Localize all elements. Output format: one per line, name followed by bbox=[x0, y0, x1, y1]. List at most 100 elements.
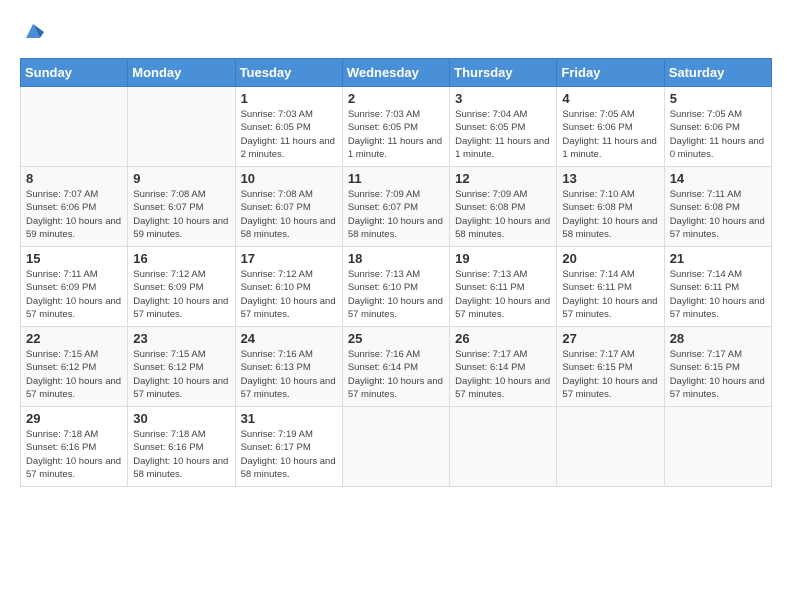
week-row-3: 15 Sunrise: 7:11 AMSunset: 6:09 PMDayligh… bbox=[21, 247, 772, 327]
day-info: Sunrise: 7:07 AMSunset: 6:06 PMDaylight:… bbox=[26, 188, 122, 241]
day-info: Sunrise: 7:12 AMSunset: 6:09 PMDaylight:… bbox=[133, 268, 229, 321]
calendar-cell: 18 Sunrise: 7:13 AMSunset: 6:10 PMDayligh… bbox=[342, 247, 449, 327]
day-info: Sunrise: 7:09 AMSunset: 6:08 PMDaylight:… bbox=[455, 188, 551, 241]
calendar-cell: 13 Sunrise: 7:10 AMSunset: 6:08 PMDayligh… bbox=[557, 167, 664, 247]
day-number: 13 bbox=[562, 171, 658, 186]
logo bbox=[20, 20, 44, 42]
header-cell-monday: Monday bbox=[128, 59, 235, 87]
day-number: 25 bbox=[348, 331, 444, 346]
calendar-cell: 21 Sunrise: 7:14 AMSunset: 6:11 PMDayligh… bbox=[664, 247, 771, 327]
calendar-cell: 24 Sunrise: 7:16 AMSunset: 6:13 PMDayligh… bbox=[235, 327, 342, 407]
calendar-cell: 12 Sunrise: 7:09 AMSunset: 6:08 PMDayligh… bbox=[450, 167, 557, 247]
day-number: 10 bbox=[241, 171, 337, 186]
calendar-table: SundayMondayTuesdayWednesdayThursdayFrid… bbox=[20, 58, 772, 487]
calendar-cell: 22 Sunrise: 7:15 AMSunset: 6:12 PMDayligh… bbox=[21, 327, 128, 407]
calendar-cell: 31 Sunrise: 7:19 AMSunset: 6:17 PMDayligh… bbox=[235, 407, 342, 487]
calendar-cell: 10 Sunrise: 7:08 AMSunset: 6:07 PMDayligh… bbox=[235, 167, 342, 247]
day-number: 1 bbox=[241, 91, 337, 106]
day-number: 21 bbox=[670, 251, 766, 266]
day-info: Sunrise: 7:08 AMSunset: 6:07 PMDaylight:… bbox=[241, 188, 337, 241]
calendar-cell: 2 Sunrise: 7:03 AMSunset: 6:05 PMDaylight… bbox=[342, 87, 449, 167]
day-number: 26 bbox=[455, 331, 551, 346]
day-number: 30 bbox=[133, 411, 229, 426]
day-number: 15 bbox=[26, 251, 122, 266]
day-info: Sunrise: 7:08 AMSunset: 6:07 PMDaylight:… bbox=[133, 188, 229, 241]
calendar-cell: 5 Sunrise: 7:05 AMSunset: 6:06 PMDaylight… bbox=[664, 87, 771, 167]
calendar-cell bbox=[342, 407, 449, 487]
day-info: Sunrise: 7:13 AMSunset: 6:11 PMDaylight:… bbox=[455, 268, 551, 321]
day-info: Sunrise: 7:19 AMSunset: 6:17 PMDaylight:… bbox=[241, 428, 337, 481]
day-number: 2 bbox=[348, 91, 444, 106]
day-info: Sunrise: 7:03 AMSunset: 6:05 PMDaylight:… bbox=[241, 108, 337, 161]
logo-icon bbox=[22, 20, 44, 42]
calendar-cell: 4Sunrise: 7:05 AMSunset: 6:06 PMDaylight… bbox=[557, 87, 664, 167]
calendar-cell bbox=[128, 87, 235, 167]
day-number: 29 bbox=[26, 411, 122, 426]
day-info: Sunrise: 7:14 AMSunset: 6:11 PMDaylight:… bbox=[562, 268, 658, 321]
day-number: 14 bbox=[670, 171, 766, 186]
header-cell-sunday: Sunday bbox=[21, 59, 128, 87]
day-number: 20 bbox=[562, 251, 658, 266]
calendar-cell: 9Sunrise: 7:08 AMSunset: 6:07 PMDaylight… bbox=[128, 167, 235, 247]
day-number: 3 bbox=[455, 91, 551, 106]
header bbox=[20, 20, 772, 42]
day-info: Sunrise: 7:17 AMSunset: 6:14 PMDaylight:… bbox=[455, 348, 551, 401]
day-number: 5 bbox=[670, 91, 766, 106]
day-number: 19 bbox=[455, 251, 551, 266]
header-cell-wednesday: Wednesday bbox=[342, 59, 449, 87]
calendar-cell bbox=[557, 407, 664, 487]
day-info: Sunrise: 7:03 AMSunset: 6:05 PMDaylight:… bbox=[348, 108, 444, 161]
week-row-5: 29 Sunrise: 7:18 AMSunset: 6:16 PMDayligh… bbox=[21, 407, 772, 487]
header-cell-tuesday: Tuesday bbox=[235, 59, 342, 87]
day-number: 12 bbox=[455, 171, 551, 186]
calendar-cell: 19 Sunrise: 7:13 AMSunset: 6:11 PMDayligh… bbox=[450, 247, 557, 327]
day-info: Sunrise: 7:05 AMSunset: 6:06 PMDaylight:… bbox=[670, 108, 766, 161]
calendar-cell: 14 Sunrise: 7:11 AMSunset: 6:08 PMDayligh… bbox=[664, 167, 771, 247]
day-number: 27 bbox=[562, 331, 658, 346]
week-row-4: 22 Sunrise: 7:15 AMSunset: 6:12 PMDayligh… bbox=[21, 327, 772, 407]
calendar-cell: 29 Sunrise: 7:18 AMSunset: 6:16 PMDayligh… bbox=[21, 407, 128, 487]
calendar-cell: 15 Sunrise: 7:11 AMSunset: 6:09 PMDayligh… bbox=[21, 247, 128, 327]
day-number: 23 bbox=[133, 331, 229, 346]
day-info: Sunrise: 7:15 AMSunset: 6:12 PMDaylight:… bbox=[26, 348, 122, 401]
day-number: 16 bbox=[133, 251, 229, 266]
day-info: Sunrise: 7:15 AMSunset: 6:12 PMDaylight:… bbox=[133, 348, 229, 401]
calendar-cell: 27 Sunrise: 7:17 AMSunset: 6:15 PMDayligh… bbox=[557, 327, 664, 407]
calendar-cell: 3 Sunrise: 7:04 AMSunset: 6:05 PMDaylight… bbox=[450, 87, 557, 167]
calendar-cell: 1 Sunrise: 7:03 AMSunset: 6:05 PMDaylight… bbox=[235, 87, 342, 167]
day-info: Sunrise: 7:14 AMSunset: 6:11 PMDaylight:… bbox=[670, 268, 766, 321]
header-row: SundayMondayTuesdayWednesdayThursdayFrid… bbox=[21, 59, 772, 87]
calendar-cell: 20 Sunrise: 7:14 AMSunset: 6:11 PMDayligh… bbox=[557, 247, 664, 327]
day-number: 18 bbox=[348, 251, 444, 266]
day-number: 31 bbox=[241, 411, 337, 426]
calendar-cell bbox=[21, 87, 128, 167]
day-info: Sunrise: 7:04 AMSunset: 6:05 PMDaylight:… bbox=[455, 108, 551, 161]
day-number: 28 bbox=[670, 331, 766, 346]
day-info: Sunrise: 7:13 AMSunset: 6:10 PMDaylight:… bbox=[348, 268, 444, 321]
day-info: Sunrise: 7:18 AMSunset: 6:16 PMDaylight:… bbox=[26, 428, 122, 481]
calendar-cell: 30 Sunrise: 7:18 AMSunset: 6:16 PMDayligh… bbox=[128, 407, 235, 487]
calendar-cell: 8 Sunrise: 7:07 AMSunset: 6:06 PMDaylight… bbox=[21, 167, 128, 247]
day-info: Sunrise: 7:16 AMSunset: 6:14 PMDaylight:… bbox=[348, 348, 444, 401]
day-info: Sunrise: 7:16 AMSunset: 6:13 PMDaylight:… bbox=[241, 348, 337, 401]
header-cell-thursday: Thursday bbox=[450, 59, 557, 87]
day-number: 8 bbox=[26, 171, 122, 186]
day-info: Sunrise: 7:18 AMSunset: 6:16 PMDaylight:… bbox=[133, 428, 229, 481]
day-info: Sunrise: 7:17 AMSunset: 6:15 PMDaylight:… bbox=[670, 348, 766, 401]
day-info: Sunrise: 7:05 AMSunset: 6:06 PMDaylight:… bbox=[562, 108, 658, 161]
calendar-cell: 16 Sunrise: 7:12 AMSunset: 6:09 PMDayligh… bbox=[128, 247, 235, 327]
calendar-cell bbox=[664, 407, 771, 487]
day-number: 24 bbox=[241, 331, 337, 346]
week-row-2: 8 Sunrise: 7:07 AMSunset: 6:06 PMDaylight… bbox=[21, 167, 772, 247]
calendar-cell: 17Sunrise: 7:12 AMSunset: 6:10 PMDayligh… bbox=[235, 247, 342, 327]
header-cell-friday: Friday bbox=[557, 59, 664, 87]
calendar-cell: 28 Sunrise: 7:17 AMSunset: 6:15 PMDayligh… bbox=[664, 327, 771, 407]
day-number: 22 bbox=[26, 331, 122, 346]
day-info: Sunrise: 7:11 AMSunset: 6:08 PMDaylight:… bbox=[670, 188, 766, 241]
day-info: Sunrise: 7:10 AMSunset: 6:08 PMDaylight:… bbox=[562, 188, 658, 241]
calendar-cell: 25 Sunrise: 7:16 AMSunset: 6:14 PMDayligh… bbox=[342, 327, 449, 407]
calendar-cell: 26 Sunrise: 7:17 AMSunset: 6:14 PMDayligh… bbox=[450, 327, 557, 407]
day-info: Sunrise: 7:17 AMSunset: 6:15 PMDaylight:… bbox=[562, 348, 658, 401]
day-info: Sunrise: 7:11 AMSunset: 6:09 PMDaylight:… bbox=[26, 268, 122, 321]
day-info: Sunrise: 7:12 AMSunset: 6:10 PMDaylight:… bbox=[241, 268, 337, 321]
